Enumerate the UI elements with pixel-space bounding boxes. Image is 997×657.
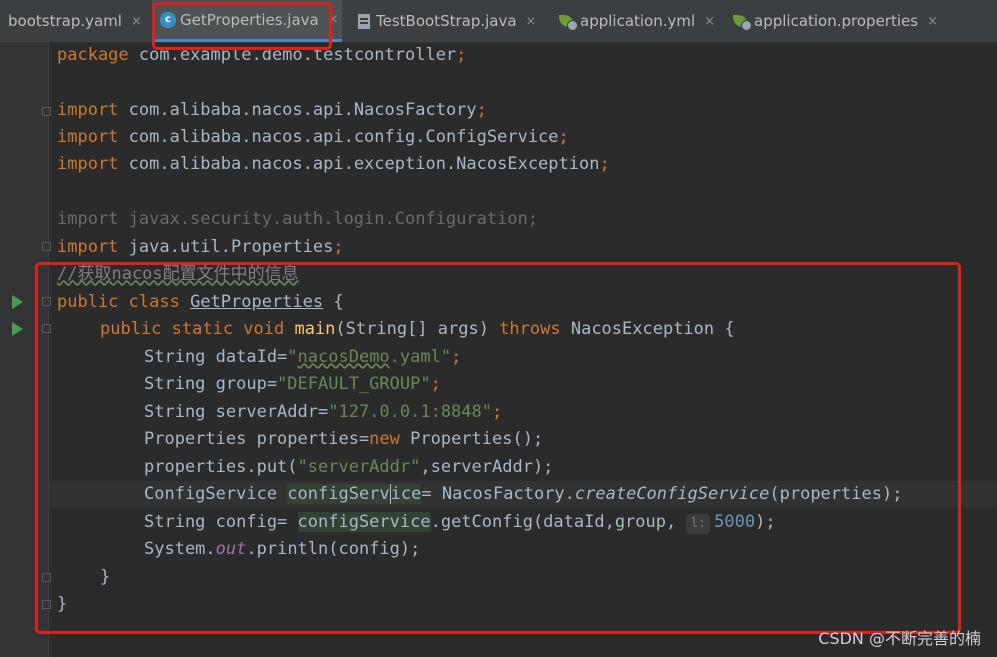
- highlight-box-tab: [152, 2, 332, 50]
- fold-marker-icon[interactable]: [42, 107, 51, 116]
- code-line-import: import com.alibaba.nacos.api.exception.N…: [57, 154, 610, 174]
- run-gutter-icon[interactable]: [12, 295, 23, 309]
- editor-tab-bar: bootstrap.yaml × c GetProperties.java × …: [0, 0, 997, 43]
- close-icon[interactable]: ×: [704, 14, 715, 29]
- tab-label: bootstrap.yaml: [8, 12, 122, 30]
- spring-config-icon: [558, 13, 578, 31]
- tab-label: application.properties: [754, 12, 919, 30]
- code-line-import: import com.alibaba.nacos.api.config.Conf…: [57, 127, 569, 147]
- spring-config-icon: [732, 13, 752, 31]
- tab-bootstrap-yaml[interactable]: bootstrap.yaml ×: [0, 0, 142, 42]
- tab-application-yml[interactable]: application.yml ×: [556, 0, 728, 42]
- close-icon[interactable]: ×: [131, 14, 142, 29]
- code-line-unused-import: import javax.security.auth.login.Configu…: [57, 209, 539, 229]
- tab-application-properties[interactable]: application.properties ×: [730, 0, 997, 42]
- tab-label: application.yml: [580, 12, 696, 30]
- code-line-import: import java.util.Properties;: [57, 237, 344, 257]
- highlight-box-code: [35, 262, 961, 634]
- code-line-import: import com.alibaba.nacos.api.NacosFactor…: [57, 100, 487, 120]
- close-icon[interactable]: ×: [526, 14, 537, 29]
- java-file-icon: [356, 13, 372, 29]
- tab-testbootstrap-java[interactable]: TestBootStrap.java ×: [352, 0, 552, 42]
- fold-marker-icon[interactable]: [42, 242, 51, 251]
- watermark: CSDN @不断完善的楠: [818, 629, 981, 648]
- close-icon[interactable]: ×: [927, 14, 938, 29]
- tab-label: TestBootStrap.java: [376, 12, 517, 30]
- run-gutter-icon[interactable]: [12, 322, 23, 336]
